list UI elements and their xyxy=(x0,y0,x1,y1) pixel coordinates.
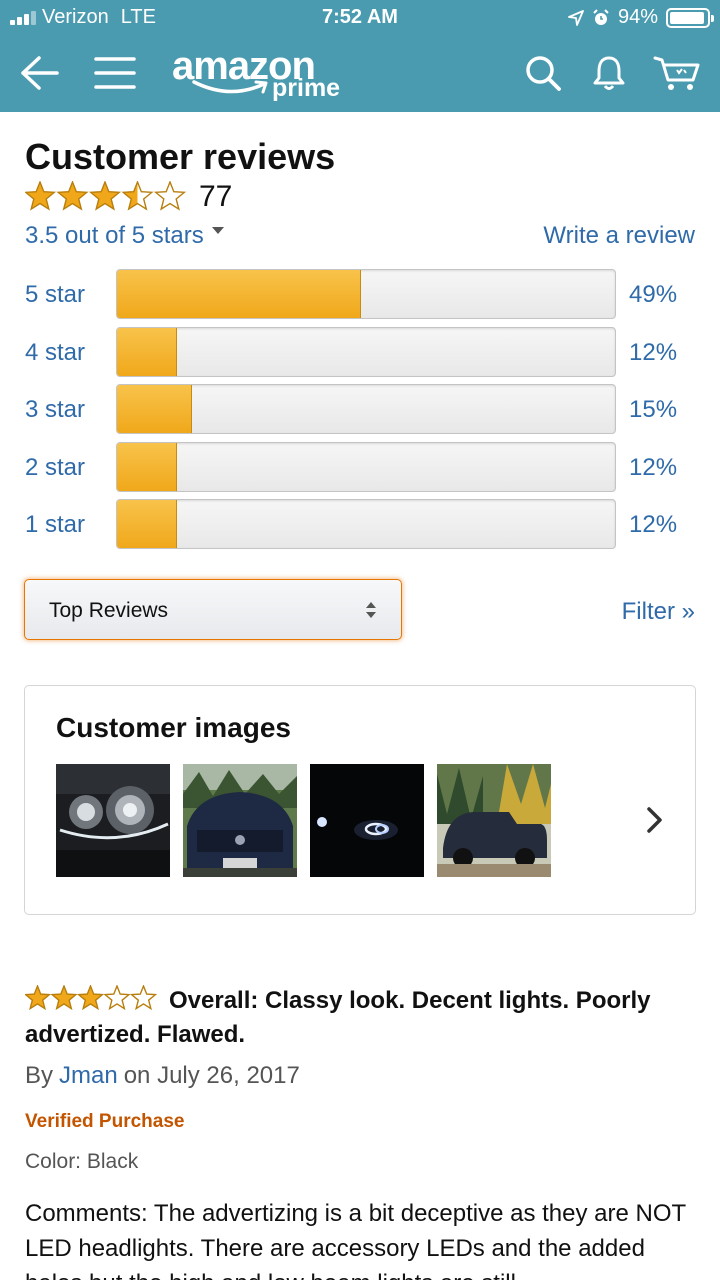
review-count: 77 xyxy=(199,180,233,213)
review-byline: By Jman on July 26, 2017 xyxy=(25,1062,300,1090)
histogram-row-3[interactable]: 3 star 15% xyxy=(25,384,695,436)
customer-image-thumbnail[interactable] xyxy=(310,764,424,877)
histogram-percent: 12% xyxy=(629,454,678,481)
logo-sub: prime xyxy=(272,74,341,102)
histogram-percent: 15% xyxy=(629,396,678,423)
star-icon xyxy=(103,985,131,1011)
histogram-percent: 12% xyxy=(629,511,678,538)
cart-icon[interactable] xyxy=(652,48,702,98)
customer-images-card: Customer images xyxy=(24,685,696,915)
histogram-fill xyxy=(117,500,177,548)
histogram-row-2[interactable]: 2 star 12% xyxy=(25,442,695,494)
search-icon[interactable] xyxy=(518,48,568,98)
histogram-bar xyxy=(116,442,616,492)
histogram-fill xyxy=(117,270,362,318)
customer-image-thumbnail[interactable] xyxy=(437,764,551,877)
histogram-fill xyxy=(117,443,177,491)
caret-down-icon xyxy=(211,227,224,235)
write-review-link[interactable]: Write a review xyxy=(543,222,695,250)
histogram-label: 2 star xyxy=(25,454,86,481)
alarm-icon xyxy=(593,8,609,25)
average-rating-row[interactable]: 77 xyxy=(25,180,232,214)
filter-link[interactable]: Filter » xyxy=(622,598,695,626)
histogram-row-5[interactable]: 5 star 49% xyxy=(25,269,695,321)
histogram-row-4[interactable]: 4 star 12% xyxy=(25,327,695,379)
status-right: 94% xyxy=(568,6,714,29)
histogram-bar xyxy=(116,327,616,377)
battery-fill xyxy=(670,11,704,24)
average-stars-icon xyxy=(25,181,187,211)
review-title[interactable]: Overall: Classy look. Decent lights. Poo… xyxy=(25,984,695,1052)
rating-summary-text: 3.5 out of 5 stars xyxy=(25,222,204,249)
histogram-label: 4 star xyxy=(25,339,86,366)
amazon-prime-logo[interactable]: amazon prime xyxy=(172,44,362,106)
review-stars-icon xyxy=(25,985,158,1011)
rating-summary-dropdown[interactable]: 3.5 out of 5 stars xyxy=(25,222,224,250)
histogram-label: 3 star xyxy=(25,396,86,423)
customer-image-thumbnail[interactable] xyxy=(183,764,297,877)
histogram-fill xyxy=(117,328,177,376)
sort-select-value: Top Reviews xyxy=(49,599,169,622)
battery-percent: 94% xyxy=(617,6,658,28)
chevron-right-icon[interactable] xyxy=(645,806,665,834)
histogram-bar xyxy=(116,384,616,434)
nav-bar: amazon prime xyxy=(0,38,720,112)
customer-reviews-title: Customer reviews xyxy=(25,136,336,177)
smile-arrow-icon xyxy=(192,80,268,94)
byline-prefix: By xyxy=(25,1062,54,1089)
histogram-bar xyxy=(116,269,616,319)
battery-icon xyxy=(666,7,714,28)
bell-icon[interactable] xyxy=(584,48,634,98)
back-arrow-icon[interactable] xyxy=(14,48,64,98)
menu-icon[interactable] xyxy=(90,48,140,98)
customer-image-thumbnail[interactable] xyxy=(56,764,170,877)
customer-images-title: Customer images xyxy=(56,712,291,743)
select-arrows-icon xyxy=(366,602,376,618)
histogram-percent: 49% xyxy=(629,281,678,308)
location-icon xyxy=(568,9,584,26)
review-body: Comments: The advertizing is a bit decep… xyxy=(25,1200,686,1280)
histogram-row-1[interactable]: 1 star 12% xyxy=(25,499,695,551)
histogram-percent: 12% xyxy=(629,339,678,366)
status-bar: Verizon LTE 7:52 AM 94% xyxy=(0,0,720,38)
sort-select[interactable]: Top Reviews xyxy=(24,579,402,640)
review-color-variant: Color: Black xyxy=(25,1150,139,1173)
review-author-link[interactable]: Jman xyxy=(59,1062,118,1089)
histogram-fill xyxy=(117,385,192,433)
star-icon xyxy=(129,985,158,1011)
histogram-label: 5 star xyxy=(25,281,86,308)
histogram-bar xyxy=(116,499,616,549)
review-date: on July 26, 2017 xyxy=(123,1062,300,1089)
verified-purchase-badge: Verified Purchase xyxy=(25,1111,185,1132)
histogram-label: 1 star xyxy=(25,511,86,538)
star-icon xyxy=(153,181,187,211)
